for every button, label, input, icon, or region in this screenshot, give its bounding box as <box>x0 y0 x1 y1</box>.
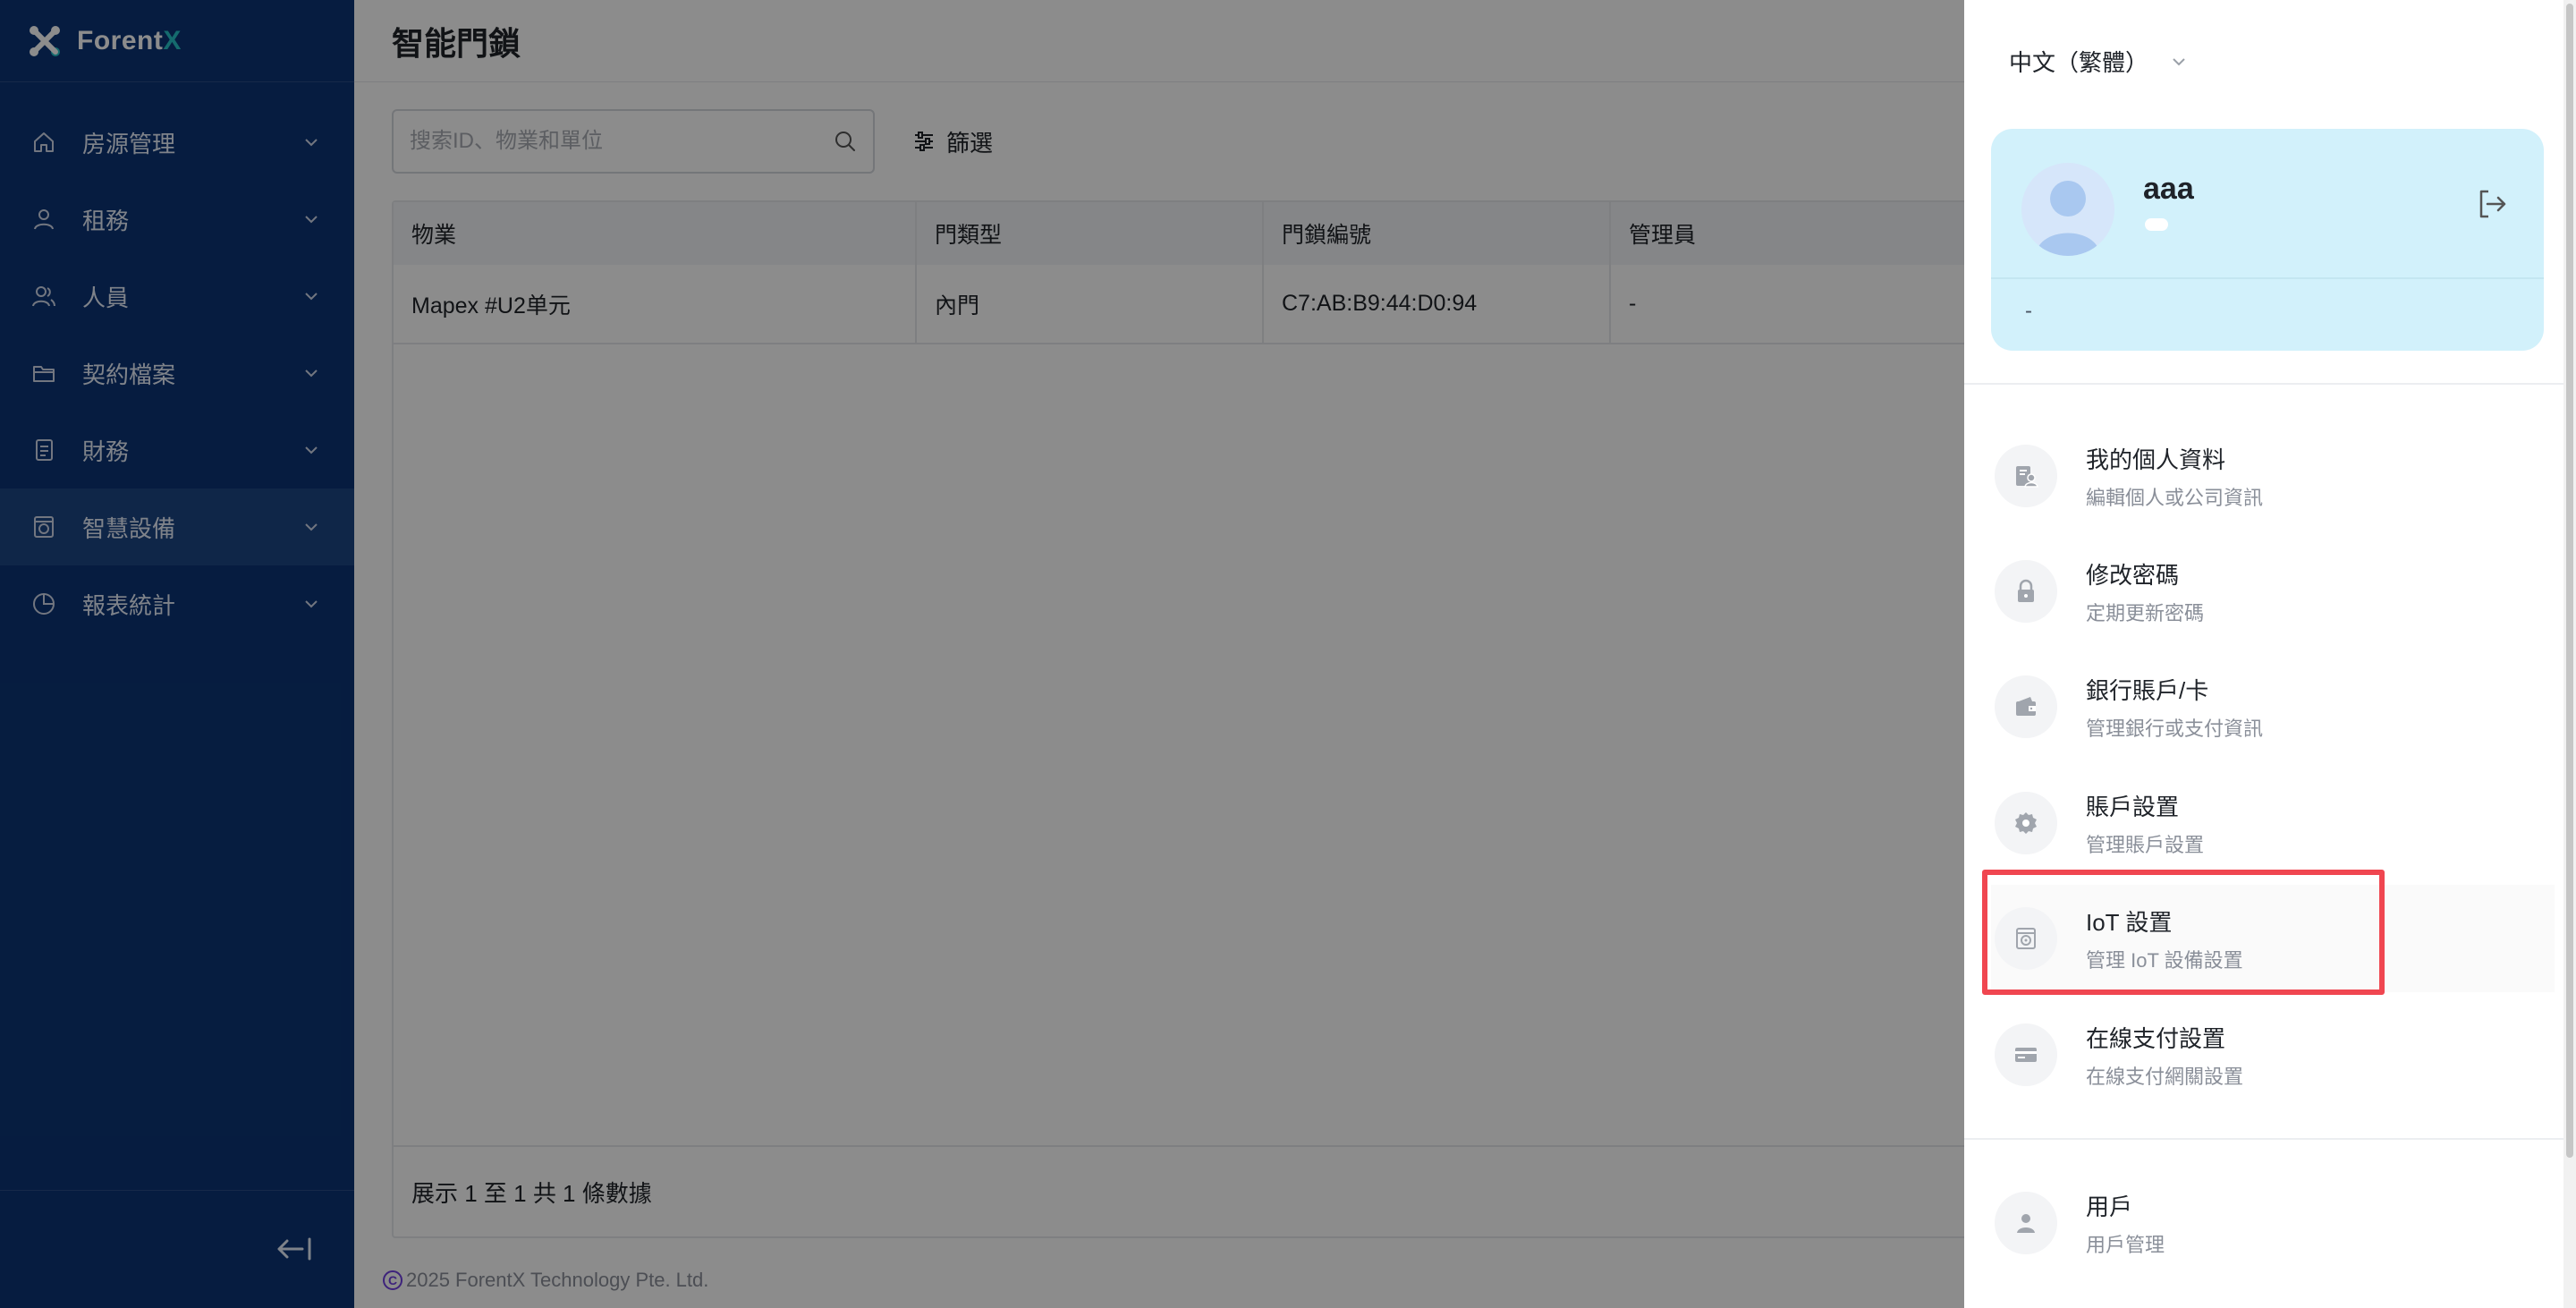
menu-item-desc: 管理賬戶設置 <box>2086 833 2205 856</box>
credit-card-icon <box>1995 1023 2057 1086</box>
menu-item-desc: 管理銀行或支付資訊 <box>2086 717 2264 740</box>
avatar-person-icon <box>2036 181 2100 256</box>
menu-item-desc: 定期更新密碼 <box>2086 601 2205 624</box>
menu-item-title: 用戶 <box>2086 1193 2133 1220</box>
user-role-badge <box>2145 218 2168 231</box>
user-drawer: 中文（繁體） aaa - 我的個人資料 編輯個人或公司資訊 修改密碼 定期更新密碼 … <box>1964 0 2576 1308</box>
menu-item-title: 銀行賬戶/卡 <box>2086 676 2209 704</box>
menu-item-desc: 在線支付網關設置 <box>2086 1065 2244 1088</box>
menu-item-title: 在線支付設置 <box>2086 1024 2226 1052</box>
modal-backdrop[interactable] <box>0 0 1964 1308</box>
menu-item-users[interactable]: 用戶 用戶管理 <box>1991 1169 2555 1277</box>
menu-item-bank-account[interactable]: 銀行賬戶/卡管理銀行或支付資訊 <box>1991 653 2555 760</box>
person-icon <box>1995 1192 2057 1254</box>
drawer-divider <box>1964 1138 2563 1140</box>
menu-item-desc: 編輯個人或公司資訊 <box>2086 486 2264 509</box>
gear-icon <box>1995 792 2057 854</box>
menu-item-desc: 用戶管理 <box>2086 1233 2165 1256</box>
menu-item-account-settings[interactable]: 賬戶設置管理賬戶設置 <box>1991 769 2555 877</box>
scrollbar-thumb[interactable] <box>2566 4 2573 1158</box>
menu-item-title: 修改密碼 <box>2086 561 2180 589</box>
lock-icon <box>1995 560 2057 623</box>
menu-item-change-password[interactable]: 修改密碼定期更新密碼 <box>1991 538 2555 645</box>
chevron-down-icon <box>2173 57 2185 65</box>
profile-icon <box>1995 445 2057 507</box>
user-detail: - <box>2025 299 2032 323</box>
username: aaa <box>2143 172 2194 206</box>
language-select[interactable]: 中文（繁體） <box>2009 45 2188 78</box>
menu-item-online-payment[interactable]: 在線支付設置在線支付網關設置 <box>1991 1001 2555 1108</box>
card-divider <box>1991 277 2544 279</box>
avatar[interactable] <box>2021 163 2114 256</box>
drawer-divider <box>1964 383 2563 385</box>
menu-item-my-profile[interactable]: 我的個人資料編輯個人或公司資訊 <box>1991 422 2555 530</box>
highlight-annotation-box <box>1982 870 2385 995</box>
logout-icon[interactable] <box>2474 186 2510 222</box>
drawer-scrollbar[interactable] <box>2563 0 2576 1308</box>
wallet-icon <box>1995 675 2057 738</box>
language-value: 中文（繁體） <box>2009 49 2149 76</box>
menu-item-title: 我的個人資料 <box>2086 446 2226 473</box>
profile-card: aaa - <box>1991 129 2544 351</box>
menu-item-title: 賬戶設置 <box>2086 793 2180 820</box>
